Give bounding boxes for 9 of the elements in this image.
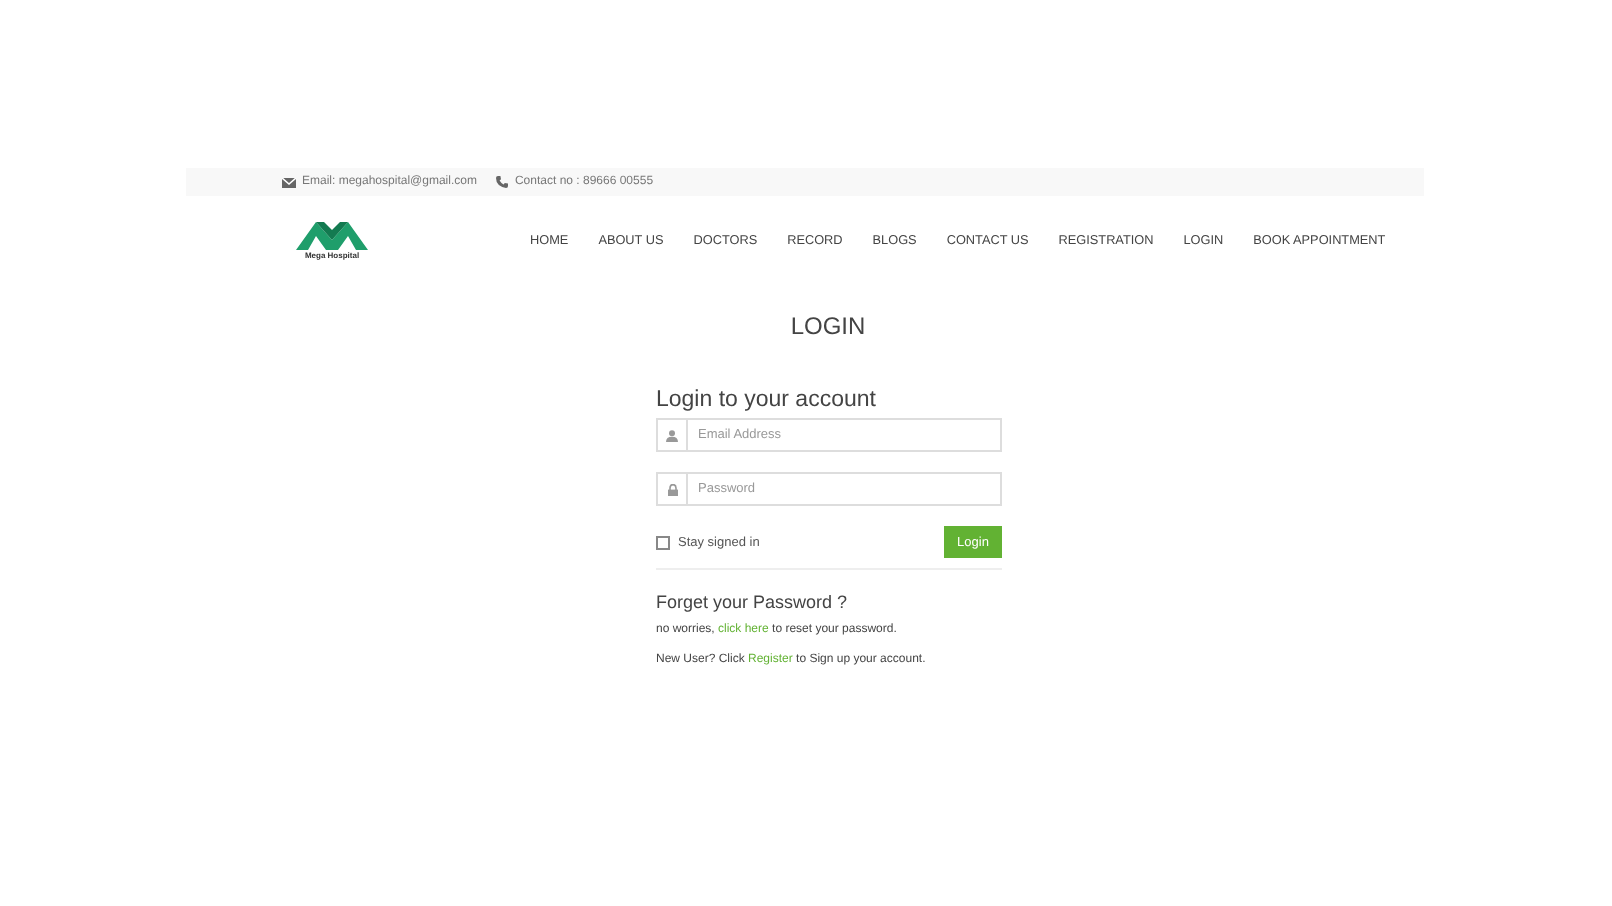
- page-title: LOGIN: [788, 312, 868, 340]
- lock-icon: [667, 483, 677, 495]
- envelope-icon: [282, 177, 296, 187]
- forgot-heading: Forget your Password ?: [656, 592, 850, 612]
- phone-icon: [496, 176, 509, 188]
- checkbox[interactable]: [656, 535, 670, 549]
- user-icon: [666, 429, 678, 441]
- form-heading: Login to your account: [656, 388, 878, 412]
- mountain-icon: [296, 220, 368, 250]
